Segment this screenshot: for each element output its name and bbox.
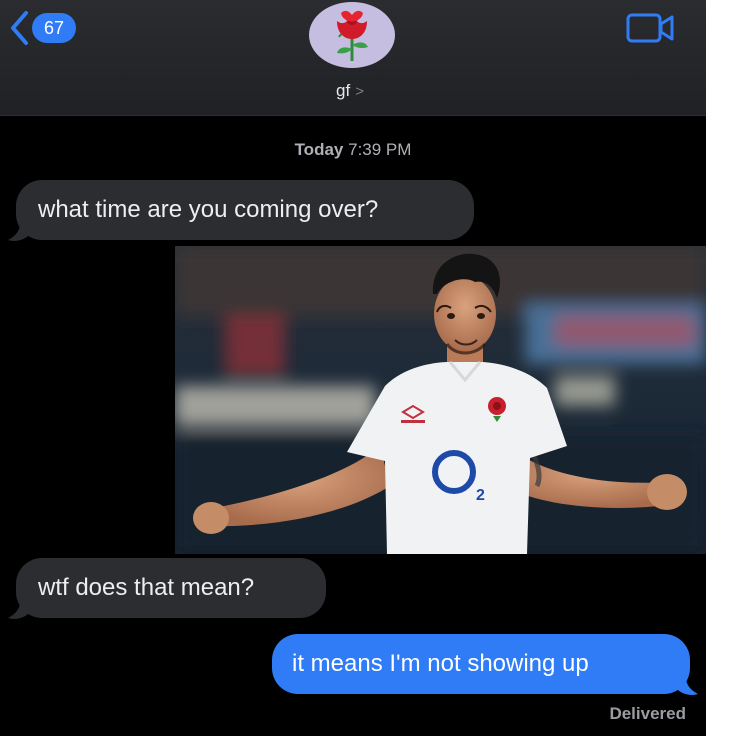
timestamp-time: 7:39 PM [348, 140, 412, 159]
unread-count-badge: 67 [32, 13, 76, 43]
chevron-left-icon [11, 11, 28, 45]
bubble-tail [8, 602, 28, 619]
messages-screen: 67 gf > Today 7:39 PM what time are you … [0, 0, 706, 736]
svg-text:2: 2 [476, 487, 485, 504]
video-camera-icon [626, 13, 674, 43]
message-text: wtf does that mean? [38, 574, 255, 601]
delivery-status: Delivered [609, 704, 686, 723]
rose-icon [337, 10, 368, 61]
video-call-button[interactable] [624, 10, 676, 46]
message-text: what time are you coming over? [38, 196, 379, 223]
contact-name: gf [336, 81, 351, 100]
back-button[interactable]: 67 [8, 8, 88, 48]
conversation-header: 67 gf > [0, 0, 706, 116]
bubble-tail [678, 678, 698, 695]
timestamp-day: Today [294, 140, 344, 159]
chevron-right-icon: > [355, 82, 364, 100]
outgoing-photo-message[interactable]: 2 [175, 246, 706, 554]
contact-name-row[interactable]: gf > [300, 78, 400, 104]
incoming-message-bubble[interactable]: wtf does that mean? [16, 558, 326, 618]
outgoing-message-bubble[interactable]: it means I'm not showing up [272, 634, 690, 694]
bubble-tail [8, 224, 28, 241]
incoming-message-bubble[interactable]: what time are you coming over? [16, 180, 474, 240]
contact-avatar[interactable] [309, 2, 395, 68]
message-text: it means I'm not showing up [292, 650, 589, 677]
message-timestamp: Today 7:39 PM [0, 140, 706, 160]
rugby-player-photo: 2 [175, 246, 706, 554]
